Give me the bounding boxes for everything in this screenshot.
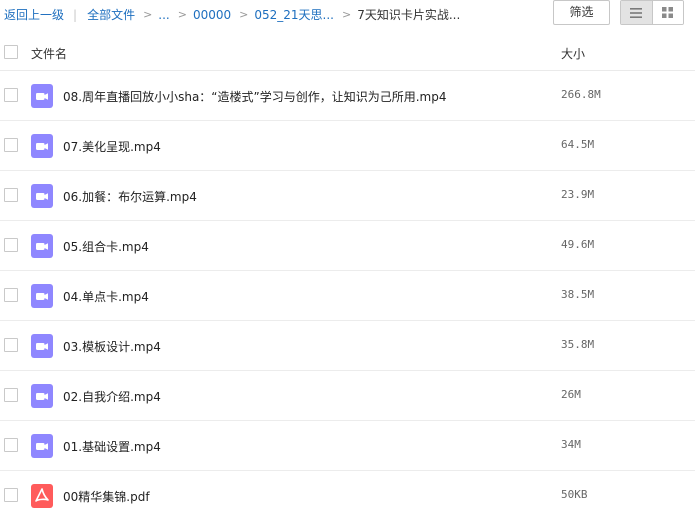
file-row[interactable]: 01.基础设置.mp4 34M	[0, 421, 695, 471]
row-checkbox[interactable]	[4, 88, 18, 102]
file-list-header: 文件名 大小	[0, 34, 695, 71]
row-checkbox[interactable]	[4, 188, 18, 202]
video-file-icon	[31, 84, 53, 108]
grid-view-icon	[662, 7, 674, 18]
file-row[interactable]: 05.组合卡.mp4 49.6M	[0, 221, 695, 271]
file-name[interactable]: 08.周年直播回放小小sha：“造楼式”学习与创作，让知识为己所用.mp4	[63, 88, 447, 105]
file-row[interactable]: 02.自我介绍.mp4 26M	[0, 371, 695, 421]
file-row[interactable]: 06.加餐：布尔运算.mp4 23.9M	[0, 171, 695, 221]
select-all-checkbox[interactable]	[4, 45, 18, 59]
row-checkbox[interactable]	[4, 288, 18, 302]
video-file-icon	[31, 334, 53, 358]
column-header-name[interactable]: 文件名	[31, 45, 67, 62]
file-size: 35.8M	[561, 338, 595, 351]
file-name[interactable]: 07.美化呈现.mp4	[63, 138, 161, 155]
file-row[interactable]: 04.单点卡.mp4 38.5M	[0, 271, 695, 321]
file-size: 34M	[561, 438, 581, 451]
breadcrumb-ellipsis[interactable]: ...	[158, 8, 169, 22]
row-checkbox[interactable]	[4, 238, 18, 252]
row-checkbox[interactable]	[4, 388, 18, 402]
breadcrumb-current: 7天知识卡片实战...	[357, 8, 461, 22]
file-size: 50KB	[561, 488, 588, 501]
file-row[interactable]: 07.美化呈现.mp4 64.5M	[0, 121, 695, 171]
file-size: 38.5M	[561, 288, 595, 301]
file-name[interactable]: 00精华集锦.pdf	[63, 488, 150, 505]
pdf-file-icon	[31, 484, 53, 508]
file-list: 08.周年直播回放小小sha：“造楼式”学习与创作，让知识为己所用.mp4 266…	[0, 71, 695, 513]
file-name[interactable]: 03.模板设计.mp4	[63, 338, 161, 355]
list-view-button[interactable]	[621, 1, 653, 24]
file-size: 26M	[561, 388, 581, 401]
grid-view-button[interactable]	[652, 1, 683, 24]
breadcrumb: 返回上一级 | 全部文件 > ... > 00000 > 052_21天思...…	[4, 6, 460, 23]
list-view-icon	[630, 7, 643, 18]
video-file-icon	[31, 284, 53, 308]
row-checkbox[interactable]	[4, 338, 18, 352]
back-link[interactable]: 返回上一级	[4, 6, 64, 23]
file-row[interactable]: 00精华集锦.pdf 50KB	[0, 471, 695, 513]
filter-button[interactable]: 筛选	[553, 0, 610, 25]
chevron-right-icon: >	[342, 8, 352, 21]
breadcrumb-separator: |	[73, 7, 78, 22]
file-size: 64.5M	[561, 138, 595, 151]
video-file-icon	[31, 234, 53, 258]
file-name[interactable]: 01.基础设置.mp4	[63, 438, 161, 455]
top-toolbar: 返回上一级 | 全部文件 > ... > 00000 > 052_21天思...…	[0, 0, 695, 28]
file-size: 23.9M	[561, 188, 595, 201]
file-row[interactable]: 08.周年直播回放小小sha：“造楼式”学习与创作，让知识为己所用.mp4 266…	[0, 71, 695, 121]
file-name[interactable]: 05.组合卡.mp4	[63, 238, 149, 255]
file-row[interactable]: 03.模板设计.mp4 35.8M	[0, 321, 695, 371]
video-file-icon	[31, 134, 53, 158]
video-file-icon	[31, 384, 53, 408]
file-name[interactable]: 02.自我介绍.mp4	[63, 388, 161, 405]
breadcrumb-level2[interactable]: 052_21天思...	[254, 6, 334, 23]
column-header-size[interactable]: 大小	[561, 45, 585, 62]
row-checkbox[interactable]	[4, 438, 18, 452]
file-size: 49.6M	[561, 238, 595, 251]
view-toggle	[620, 0, 684, 25]
file-size: 266.8M	[561, 88, 601, 101]
chevron-right-icon: >	[143, 8, 153, 21]
breadcrumb-level1[interactable]: 00000	[193, 8, 231, 22]
chevron-right-icon: >	[177, 8, 187, 21]
chevron-right-icon: >	[239, 8, 249, 21]
video-file-icon	[31, 434, 53, 458]
video-file-icon	[31, 184, 53, 208]
row-checkbox[interactable]	[4, 138, 18, 152]
breadcrumb-all-files[interactable]: 全部文件	[87, 6, 135, 23]
file-name[interactable]: 06.加餐：布尔运算.mp4	[63, 188, 197, 205]
row-checkbox[interactable]	[4, 488, 18, 502]
file-name[interactable]: 04.单点卡.mp4	[63, 288, 149, 305]
